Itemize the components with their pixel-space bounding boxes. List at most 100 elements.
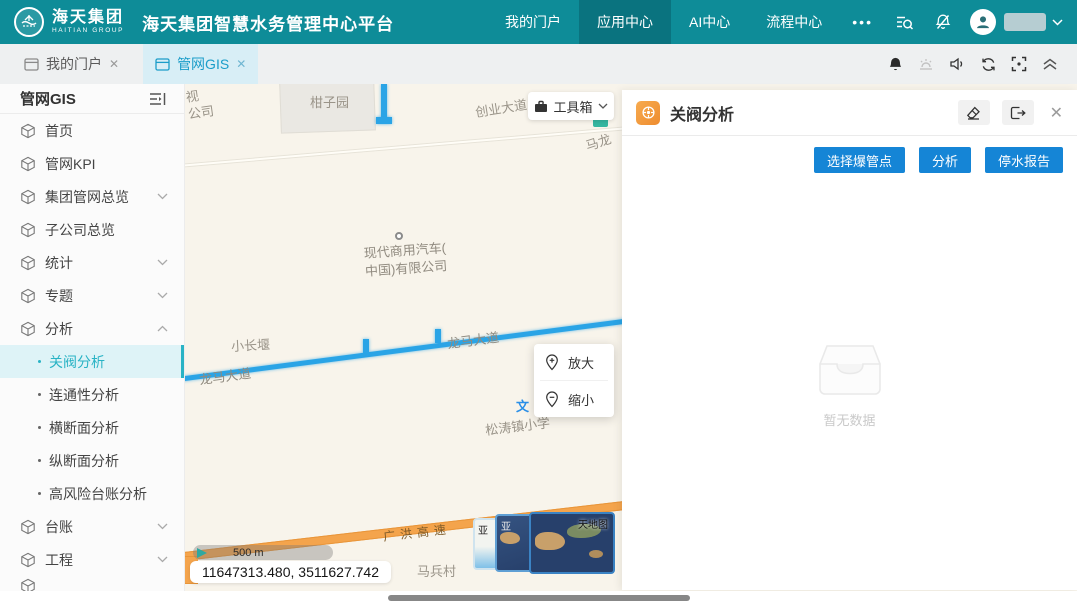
nav-process-center[interactable]: 流程中心 [748, 0, 840, 44]
panel-header: 关阀分析 ✕ [622, 90, 1077, 136]
refresh-icon[interactable] [977, 53, 999, 75]
speaker-icon[interactable] [946, 53, 968, 75]
map-poi-dot [395, 232, 403, 240]
chevron-down-icon [157, 523, 168, 530]
select-burst-point-button[interactable]: 选择爆管点 [814, 147, 905, 173]
panel-actions: 选择爆管点 分析 停水报告 [622, 136, 1077, 184]
eraser-icon [966, 106, 981, 120]
chevron-down-icon [157, 259, 168, 266]
zoom-out-menu-item[interactable]: 缩小 [534, 381, 614, 417]
map-label-road-chuangye: 创业大道 [474, 94, 528, 121]
valve-analysis-panel: 关阀分析 ✕ 选择爆管点 分析 停水报告 暂无数据 [622, 90, 1077, 590]
sidebar-item-group-overview[interactable]: 集团管网总览 [0, 180, 184, 213]
empty-state-text: 暂无数据 [823, 410, 875, 429]
logo-globe-icon [14, 7, 44, 37]
platform-title: 海天集团智慧水务管理中心平台 [142, 10, 394, 35]
map-label-company: 现代商用汽车( 中国)有限公司 [332, 237, 479, 282]
nav-app-center[interactable]: 应用中心 [579, 0, 671, 44]
alarm-siren-icon[interactable] [915, 53, 937, 75]
nav-my-portal[interactable]: 我的门户 [487, 0, 579, 44]
map-coordinates: 11647313.480, 3511627.742 [190, 561, 391, 583]
tab-close-icon[interactable]: ✕ [236, 57, 246, 71]
export-icon [1010, 106, 1026, 120]
sidebar-item-home[interactable]: 首页 [0, 114, 184, 147]
map-road-chuangye [185, 124, 651, 168]
bullet-dot [38, 426, 41, 429]
clear-results-button[interactable] [958, 100, 990, 125]
nav-more-button[interactable]: ••• [840, 14, 885, 30]
analyze-button[interactable]: 分析 [919, 147, 971, 173]
fullscreen-icon[interactable] [1008, 53, 1030, 75]
search-icon[interactable] [885, 13, 924, 32]
map-zoom-menu: 放大 缩小 [534, 344, 614, 417]
sidebar: 管网GIS 首页 管网KPI 集团管网总览 子公司总览 统计 [0, 84, 185, 605]
bullet-dot [38, 492, 41, 495]
map-label-mabingcun: 马兵村 [417, 561, 456, 580]
user-menu-caret-icon[interactable] [1052, 19, 1063, 26]
basemap-thumb-tianditu[interactable]: 天地图 [529, 512, 615, 574]
pipe-stub [435, 329, 441, 343]
nav-ai-center[interactable]: AI中心 [671, 0, 748, 44]
sidebar-item-engineering[interactable]: 工程 [0, 543, 184, 576]
map-label-highway: 广洪高速 [382, 520, 452, 545]
tab-my-portal[interactable]: 我的门户 ✕ [12, 44, 131, 84]
map-label-road-longma-1: 龙马大道 [198, 363, 252, 389]
bullet-dot [38, 393, 41, 396]
bullet-dot [38, 360, 41, 363]
tab-label: 我的门户 [46, 54, 102, 74]
pin-minus-icon [545, 391, 559, 408]
pin-plus-icon [545, 354, 559, 371]
logo-text-en: HAITIAN GROUP [52, 28, 124, 35]
tab-pipe-gis[interactable]: 管网GIS ✕ [143, 44, 258, 84]
brand-logo: 海天集团 HAITIAN GROUP [0, 7, 124, 37]
sidebar-subitem-connectivity-analysis[interactable]: 连通性分析 [0, 378, 184, 411]
map-label-partial-company: 视 公司 [185, 86, 215, 123]
pipe-stub [363, 339, 369, 353]
toolbox-button[interactable]: 工具箱 [528, 92, 614, 120]
panel-close-icon[interactable]: ✕ [1050, 103, 1063, 123]
chevron-down-icon [157, 292, 168, 299]
panel-title: 关阀分析 [670, 101, 946, 125]
user-avatar[interactable] [970, 9, 996, 35]
water-outage-report-button[interactable]: 停水报告 [985, 147, 1063, 173]
scale-arrow-icon [197, 548, 207, 558]
notification-muted-icon[interactable] [924, 13, 962, 31]
zoom-in-menu-item[interactable]: 放大 [534, 344, 614, 380]
chevron-down-icon [598, 103, 608, 109]
username-redacted [1004, 13, 1046, 31]
sidebar-subitem-valve-analysis[interactable]: 关阀分析 [0, 345, 184, 378]
export-button[interactable] [1002, 100, 1034, 125]
chevron-up-icon [157, 325, 168, 332]
collapse-up-icon[interactable] [1039, 53, 1061, 75]
sidebar-item-statistics[interactable]: 统计 [0, 246, 184, 279]
map-scale-bar: 500 m [193, 545, 333, 560]
sidebar-item-subsidiary-overview[interactable]: 子公司总览 [0, 213, 184, 246]
sidebar-subitem-longitudinal-analysis[interactable]: 纵断面分析 [0, 444, 184, 477]
logo-text-cn: 海天集团 [52, 10, 124, 26]
chevron-down-icon [157, 556, 168, 563]
menu-fold-icon[interactable] [149, 92, 166, 106]
sidebar-item-kpi[interactable]: 管网KPI [0, 147, 184, 180]
empty-inbox-icon [817, 344, 883, 396]
pipe-cap [376, 117, 392, 124]
sidebar-item-analysis[interactable]: 分析 [0, 312, 184, 345]
sidebar-title: 管网GIS [20, 88, 76, 109]
sidebar-item-topics[interactable]: 专题 [0, 279, 184, 312]
basemap-switcher: 亚 亚 天地图 [473, 512, 615, 576]
map-label-xiaochangyan: 小长堰 [231, 334, 271, 355]
tab-close-icon[interactable]: ✕ [109, 57, 119, 71]
valve-analysis-icon [636, 101, 660, 125]
map-label-school-mark: 文 [516, 396, 529, 415]
sidebar-subitem-high-risk-ledger-analysis[interactable]: 高风险台账分析 [0, 477, 184, 510]
horizontal-scrollbar[interactable] [388, 595, 690, 601]
tab-label: 管网GIS [177, 54, 229, 74]
sidebar-item-ledger[interactable]: 台账 [0, 510, 184, 543]
chevron-down-icon [157, 193, 168, 200]
toolbox-icon [534, 100, 548, 113]
tab-bar: 我的门户 ✕ 管网GIS ✕ [0, 44, 1077, 84]
app-window: 海天集团 HAITIAN GROUP 海天集团智慧水务管理中心平台 我的门户 应… [0, 0, 1077, 605]
bullet-dot [38, 459, 41, 462]
bell-icon[interactable] [884, 53, 906, 75]
empty-state: 暂无数据 [622, 344, 1077, 429]
sidebar-subitem-cross-section-analysis[interactable]: 横断面分析 [0, 411, 184, 444]
